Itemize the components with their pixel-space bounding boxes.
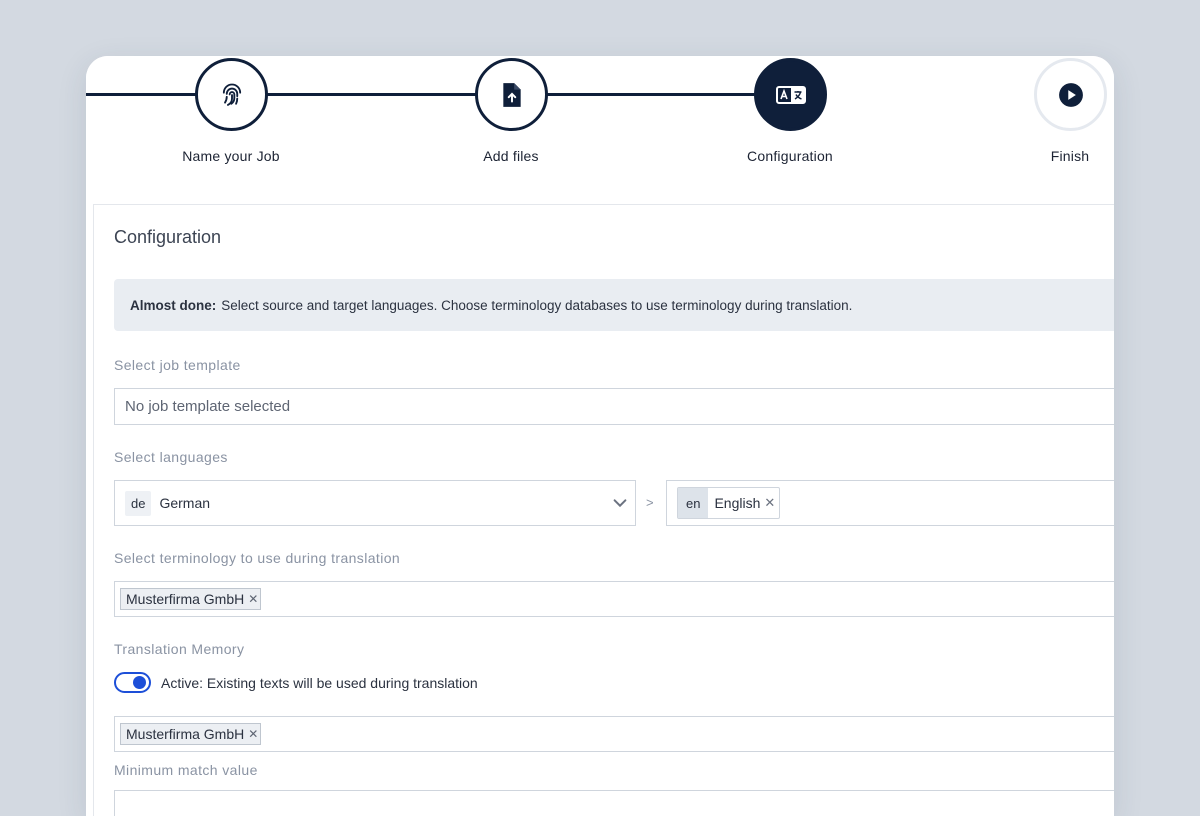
remove-terminology-icon[interactable]: ✕ — [248, 592, 258, 606]
source-language-code: de — [125, 490, 152, 516]
step-label: Finish — [1050, 148, 1090, 164]
info-alert: Almost done: Select source and target la… — [114, 279, 1114, 331]
remove-translation-memory-icon[interactable]: ✕ — [248, 727, 258, 741]
wizard-stepper: Name your Job Add files Configuration Fi… — [86, 56, 1114, 196]
step-circle-4 — [1034, 58, 1107, 131]
info-alert-text: Select source and target languages. Choo… — [221, 297, 853, 313]
translation-memory-chip: Musterfirma GmbH ✕ — [120, 723, 262, 745]
step-add-files[interactable]: Add files — [411, 56, 611, 176]
translate-icon — [775, 85, 806, 104]
remove-target-language-icon[interactable]: ✕ — [764, 495, 779, 511]
target-language-select[interactable]: en English ✕ — [666, 480, 1114, 526]
translation-memory-toggle-label: Active: Existing texts will be used duri… — [161, 675, 478, 691]
configuration-panel: Configuration Almost done: Select source… — [93, 204, 1114, 816]
translation-memory-select[interactable]: Musterfirma GmbH ✕ — [114, 716, 1114, 752]
toggle-knob — [133, 676, 146, 689]
wizard-window: Name your Job Add files Configuration Fi… — [86, 56, 1114, 816]
step-configuration[interactable]: Configuration — [690, 56, 890, 176]
source-language-name: German — [159, 495, 211, 511]
info-alert-strong: Almost done: — [130, 297, 217, 313]
job-template-label: Select job template — [114, 357, 241, 373]
terminology-select[interactable]: Musterfirma GmbH ✕ — [114, 581, 1114, 617]
play-icon — [1058, 82, 1083, 107]
job-template-value: No job template selected — [125, 398, 291, 415]
step-circle-2 — [475, 58, 548, 131]
languages-label: Select languages — [114, 449, 228, 465]
source-language-select[interactable]: de German — [114, 480, 636, 526]
target-language-name: English — [714, 495, 761, 511]
step-label: Add files — [483, 148, 539, 164]
step-circle-3 — [754, 58, 827, 131]
language-separator: > — [646, 495, 654, 510]
translation-memory-label: Translation Memory — [114, 641, 245, 657]
minimum-match-label: Minimum match value — [114, 762, 258, 778]
file-upload-icon — [502, 82, 521, 107]
step-label: Configuration — [747, 148, 833, 164]
chevron-down-icon[interactable] — [611, 494, 629, 512]
target-language-tag: en English ✕ — [677, 487, 781, 519]
target-language-code: en — [678, 488, 709, 518]
job-template-select[interactable]: No job template selected — [114, 388, 1114, 425]
minimum-match-input[interactable] — [114, 790, 1114, 816]
terminology-chip: Musterfirma GmbH ✕ — [120, 588, 262, 610]
step-name-your-job[interactable]: Name your Job — [131, 56, 331, 176]
panel-title: Configuration — [114, 227, 222, 247]
translation-memory-toggle[interactable] — [114, 672, 151, 693]
terminology-chip-label: Musterfirma GmbH — [126, 591, 245, 607]
step-finish[interactable]: Finish — [970, 56, 1114, 176]
step-label: Name your Job — [182, 148, 280, 164]
terminology-label: Select terminology to use during transla… — [114, 550, 401, 566]
translation-memory-chip-label: Musterfirma GmbH — [126, 726, 245, 742]
step-circle-1 — [195, 58, 268, 131]
fingerprint-icon — [222, 83, 241, 106]
